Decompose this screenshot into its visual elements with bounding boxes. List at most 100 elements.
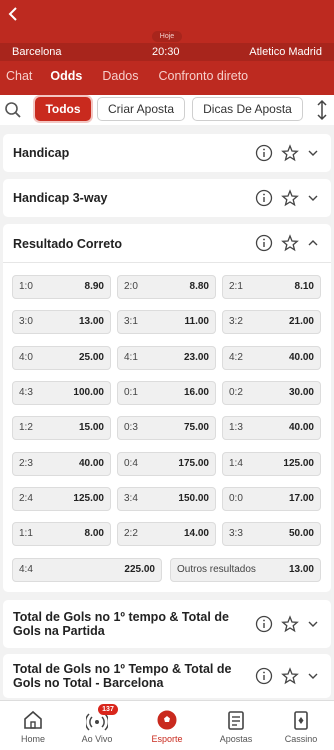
odd-button[interactable]: Outros resultados 13.00 xyxy=(170,558,321,582)
odd-button[interactable]: 1:2 15.00 xyxy=(12,416,111,440)
odd-value: 11.00 xyxy=(184,316,209,327)
odd-label: 2:2 xyxy=(124,528,138,539)
bottom-navigation: Home 137 Ao Vivo Esporte Apostas Cassino xyxy=(0,700,334,750)
sort-icon[interactable] xyxy=(316,99,328,121)
odd-label: 4:1 xyxy=(124,352,138,363)
odd-button[interactable]: 0:2 30.00 xyxy=(222,381,321,405)
odd-button[interactable]: 0:1 16.00 xyxy=(117,381,216,405)
odd-value: 175.00 xyxy=(178,458,209,469)
market-handicap-3way[interactable]: Handicap 3-way xyxy=(3,179,331,217)
odd-button[interactable]: 2:3 40.00 xyxy=(12,452,111,476)
odd-button[interactable]: 4:1 23.00 xyxy=(117,346,216,370)
star-icon[interactable] xyxy=(281,189,299,207)
market-handicap[interactable]: Handicap xyxy=(3,134,331,172)
chevron-down-icon[interactable] xyxy=(307,615,319,633)
odd-button[interactable]: 2:2 14.00 xyxy=(117,522,216,546)
nav-label: Cassino xyxy=(284,734,318,744)
nav-label: Home xyxy=(20,734,45,744)
nav-apostas[interactable]: Apostas xyxy=(203,701,269,750)
casino-card-icon xyxy=(294,711,308,730)
star-icon[interactable] xyxy=(281,615,299,633)
odd-button[interactable]: 4:3 100.00 xyxy=(12,381,111,405)
odd-label: 0:2 xyxy=(229,387,243,398)
chevron-up-icon[interactable] xyxy=(307,234,319,252)
odd-value: 8.10 xyxy=(294,281,314,292)
search-icon[interactable] xyxy=(4,101,22,119)
odd-button[interactable]: 0:0 17.00 xyxy=(222,487,321,511)
star-icon[interactable] xyxy=(281,234,299,252)
odd-value: 13.00 xyxy=(288,564,314,575)
chevron-down-icon[interactable] xyxy=(307,189,319,207)
odd-value: 8.00 xyxy=(84,528,104,539)
odd-button[interactable]: 3:2 21.00 xyxy=(222,310,321,334)
odd-button[interactable]: 4:2 40.00 xyxy=(222,346,321,370)
odd-button[interactable]: 1:3 40.00 xyxy=(222,416,321,440)
odd-button[interactable]: 3:3 50.00 xyxy=(222,522,321,546)
chevron-down-icon[interactable] xyxy=(307,144,319,162)
odd-value: 17.00 xyxy=(288,493,314,504)
match-header: Hoje Barcelona 20:30 Atletico Madrid Cha… xyxy=(0,0,334,98)
odd-button[interactable]: 4:4 225.00 xyxy=(12,558,162,582)
tab-dados[interactable]: Dados xyxy=(102,66,138,95)
tab-chat[interactable]: Chat xyxy=(6,66,32,95)
nav-ao-vivo[interactable]: 137 Ao Vivo xyxy=(64,701,130,750)
bet-slip-icon xyxy=(228,711,244,730)
market-title: Resultado Correto xyxy=(13,237,123,251)
odd-value: 23.00 xyxy=(183,352,209,363)
info-icon[interactable] xyxy=(255,189,273,207)
odd-button[interactable]: 3:4 150.00 xyxy=(117,487,216,511)
odd-label: 0:1 xyxy=(124,387,138,398)
odd-label: 3:4 xyxy=(124,493,138,504)
filter-chip-todos[interactable]: Todos xyxy=(35,97,91,121)
odd-button[interactable]: 1:4 125.00 xyxy=(222,452,321,476)
back-button[interactable] xyxy=(8,5,18,25)
star-icon[interactable] xyxy=(281,667,299,685)
live-count-badge: 137 xyxy=(98,704,118,715)
home-team: Barcelona xyxy=(12,46,62,58)
chevron-down-icon[interactable] xyxy=(307,667,319,685)
odd-button[interactable]: 2:1 8.10 xyxy=(222,275,321,299)
odd-value: 225.00 xyxy=(124,564,155,575)
odd-button[interactable]: 1:0 8.90 xyxy=(12,275,111,299)
odd-value: 75.00 xyxy=(183,422,209,433)
odd-button[interactable]: 0:4 175.00 xyxy=(117,452,216,476)
odd-label: 2:4 xyxy=(19,493,33,504)
tab-odds[interactable]: Odds xyxy=(50,66,82,98)
filter-chip-criar-aposta[interactable]: Criar Aposta xyxy=(97,97,185,121)
market-goals-first-half-total[interactable]: Total de Gols no 1º tempo & Total de Gol… xyxy=(3,600,331,648)
odd-value: 125.00 xyxy=(73,493,104,504)
odd-label: 4:4 xyxy=(19,564,33,575)
odd-label: 4:3 xyxy=(19,387,33,398)
odd-label: 0:0 xyxy=(229,493,243,504)
nav-cassino[interactable]: Cassino xyxy=(268,701,334,750)
nav-home[interactable]: Home xyxy=(0,701,66,750)
odd-value: 14.00 xyxy=(183,528,209,539)
odd-label: 1:4 xyxy=(229,458,243,469)
odd-button[interactable]: 0:3 75.00 xyxy=(117,416,216,440)
odd-value: 8.90 xyxy=(84,281,104,292)
info-icon[interactable] xyxy=(255,234,273,252)
star-icon[interactable] xyxy=(281,144,299,162)
odd-button[interactable]: 4:0 25.00 xyxy=(12,346,111,370)
info-icon[interactable] xyxy=(255,615,273,633)
odd-value: 25.00 xyxy=(78,352,104,363)
nav-esporte[interactable]: Esporte xyxy=(134,701,200,750)
odd-button[interactable]: 3:1 11.00 xyxy=(117,310,216,334)
odd-label: 4:0 xyxy=(19,352,33,363)
info-icon[interactable] xyxy=(255,667,273,685)
odd-button[interactable]: 3:0 13.00 xyxy=(12,310,111,334)
odd-button[interactable]: 2:4 125.00 xyxy=(12,487,111,511)
odd-label: 3:0 xyxy=(19,316,33,327)
info-icon[interactable] xyxy=(255,144,273,162)
tab-confronto-direto[interactable]: Confronto direto xyxy=(159,66,249,95)
odd-button[interactable]: 2:0 8.80 xyxy=(117,275,216,299)
market-title: Handicap 3-way xyxy=(13,191,108,205)
odd-button[interactable]: 1:1 8.00 xyxy=(12,522,111,546)
day-label: Hoje xyxy=(152,31,182,42)
filter-chip-dicas-de-aposta[interactable]: Dicas De Aposta xyxy=(192,97,303,121)
market-goals-first-half-barcelona[interactable]: Total de Gols no 1º Tempo & Total de Gol… xyxy=(3,654,331,698)
nav-label: Esporte xyxy=(151,734,183,744)
odd-label: 1:0 xyxy=(19,281,33,292)
odd-label: Outros resultados xyxy=(177,564,256,575)
nav-label: Apostas xyxy=(219,734,253,744)
